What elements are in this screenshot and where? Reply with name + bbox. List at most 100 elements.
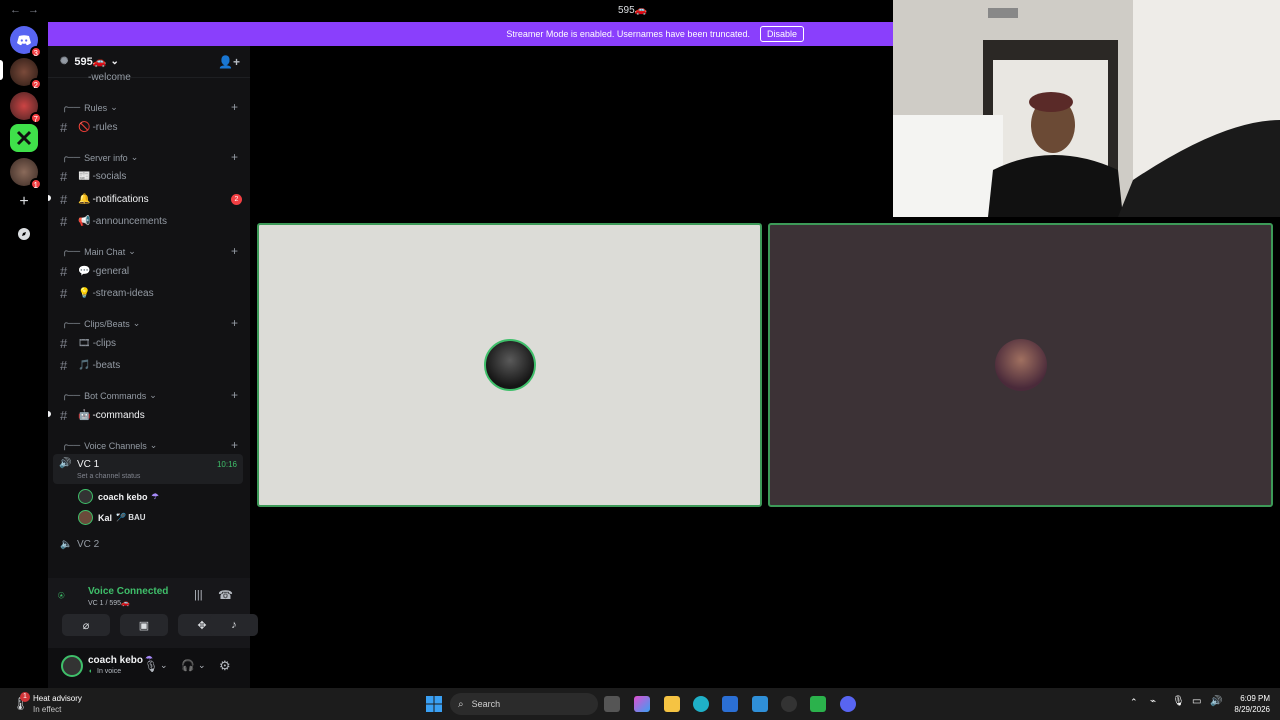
category-main-chat[interactable]: ╭── Main Chat ⌄ + [62,244,238,258]
vc1-label: VC 1 [77,459,100,470]
share-screen-button[interactable]: ▣ [120,614,168,636]
in-voice-icon: ◖ [88,668,93,675]
home-badge: 3 [29,46,42,58]
webcam-feed [893,0,1280,217]
signal-icon: ⍟ [58,590,65,602]
obs-icon[interactable] [781,696,797,712]
task-view-icon[interactable] [604,696,620,712]
channel-welcome-partial[interactable]: -welcome [88,72,270,82]
video-tile-coach-kebo[interactable] [257,223,762,507]
compass-icon [18,228,30,240]
server-rail: 3 2 7 1 + [0,22,48,688]
add-channel-icon[interactable]: + [231,244,238,258]
server-icon-2[interactable]: 7 [10,92,42,124]
discover-icon[interactable] [10,220,38,248]
server-badge: 1 [29,178,42,190]
voice-channel-path[interactable]: VC 1 / 595🚗 [88,599,130,607]
add-server-icon[interactable]: + [10,188,38,216]
clock-date[interactable]: 8/29/2026 [1220,705,1270,714]
add-channel-icon[interactable]: + [231,316,238,330]
forward-arrow-icon[interactable]: → [28,4,39,16]
channel-status-prompt[interactable]: Set a channel status [77,473,140,480]
voice-member[interactable]: coach kebo ☂ [78,489,159,504]
channel-rules[interactable]: # 🚫 -rules [60,120,242,135]
file-explorer-icon[interactable] [664,696,680,712]
channel-clips[interactable]: # 🎞 -clips [60,336,242,351]
voice-channel-vc2[interactable]: 🔈 VC 2 [60,539,242,550]
channel-commands[interactable]: # 🤖 -commands [60,408,242,423]
discord-taskbar-icon[interactable] [840,696,856,712]
channel-announcements[interactable]: # 📢 -announcements [60,214,242,229]
weather-title[interactable]: Heat advisory [33,694,82,703]
category-bot-commands[interactable]: ╭── Bot Commands ⌄ + [62,388,238,402]
add-channel-icon[interactable]: + [231,388,238,402]
invite-people-icon[interactable]: 👤+ [218,55,240,69]
add-channel-icon[interactable]: + [231,438,238,452]
copilot-icon[interactable] [634,696,650,712]
server-name: 595🚗 [74,56,107,68]
window-title: 595🚗 [618,5,648,16]
speaker-icon: 🔊 [59,458,72,469]
taskbar-search[interactable]: ⌕ Search [450,693,598,715]
microphone-icon[interactable]: 🎙 [144,660,158,673]
avatar [483,339,536,391]
user-status: In voice [97,668,122,675]
chevron-down-icon: ⌄ [110,56,119,67]
disable-streamer-mode-button[interactable]: Disable [759,26,804,42]
speaker-icon: 🔈 [60,539,73,550]
channel-notifications[interactable]: # 🔔 -notifications 2 [60,192,242,207]
chevron-up-icon[interactable]: ⌃ [1130,697,1138,708]
channel-socials[interactable]: # 📰 -socials [60,169,242,184]
voice-channel-vc1[interactable]: 🔊 VC 1 10:16 Set a channel status [53,454,243,484]
windows-taskbar: 🌡 1 Heat advisory In effect ⌕ Search ⌃ ⌁… [0,688,1280,720]
avatar [78,489,93,504]
app-icon-green[interactable] [810,696,826,712]
store-icon[interactable] [722,696,738,712]
camera-off-button[interactable]: ⌀ [62,614,110,636]
add-channel-icon[interactable]: + [231,150,238,164]
voice-member[interactable]: Kal 🏸 BAU [78,510,146,525]
outlook-icon[interactable] [752,696,768,712]
network-icon[interactable]: ⌁ [1150,696,1156,707]
category-voice-channels[interactable]: ╭── Voice Channels ⌄ + [62,438,238,452]
soundboard-icon: ♪ [231,619,237,631]
channel-stream-ideas[interactable]: # 💡 -stream-ideas [60,286,242,301]
server-icon-green[interactable] [10,124,38,152]
add-channel-icon[interactable]: + [231,100,238,114]
server-icon-4[interactable]: 1 [10,158,42,190]
disconnect-icon[interactable]: ☎ [218,588,233,602]
green-server-logo-icon [16,130,32,146]
avatar[interactable] [61,655,83,677]
soundboard-button[interactable]: ♪ [210,614,258,636]
chevron-down-icon[interactable]: ⌄ [198,660,206,671]
hash-icon: # [60,358,68,373]
server-gear-icon: ✺ [60,56,69,67]
channel-beats[interactable]: # 🎵 -beats [60,358,242,373]
hash-icon: # [60,408,68,423]
camera-off-icon: ⌀ [82,619,90,632]
back-arrow-icon[interactable]: ← [10,4,21,16]
chevron-down-icon[interactable]: ⌄ [160,660,168,671]
weather-badge: 1 [20,692,30,702]
streamer-mode-banner: Streamer Mode is enabled. Usernames have… [48,22,893,46]
display-icon[interactable]: ▭ [1192,696,1201,707]
search-icon: ⌕ [458,698,464,710]
edge-icon[interactable] [693,696,709,712]
avatar [78,510,93,525]
category-rules[interactable]: ╭── Rules ⌄ + [62,100,238,114]
voice-status[interactable]: Voice Connected [88,586,168,597]
category-server-info[interactable]: ╭── Server info ⌄ + [62,150,238,164]
settings-gear-icon[interactable]: ⚙ [219,658,231,674]
hash-icon: # [60,336,68,351]
microphone-tray-icon[interactable]: 🎙 [1172,696,1185,707]
clock-time[interactable]: 6:09 PM [1226,694,1270,703]
channel-general[interactable]: # 💬 -general [60,264,242,279]
video-tile-kal[interactable] [768,223,1273,507]
vc1-timer: 10:16 [216,460,237,469]
noise-suppression-icon[interactable]: ||| [194,589,203,601]
discord-home-icon[interactable]: 3 [10,26,42,58]
headphones-icon[interactable]: 🎧 [181,659,195,672]
server-icon-595[interactable]: 2 [10,58,42,90]
category-clips-beats[interactable]: ╭── Clips/Beats ⌄ + [62,316,238,330]
windows-start-icon[interactable] [426,696,442,712]
